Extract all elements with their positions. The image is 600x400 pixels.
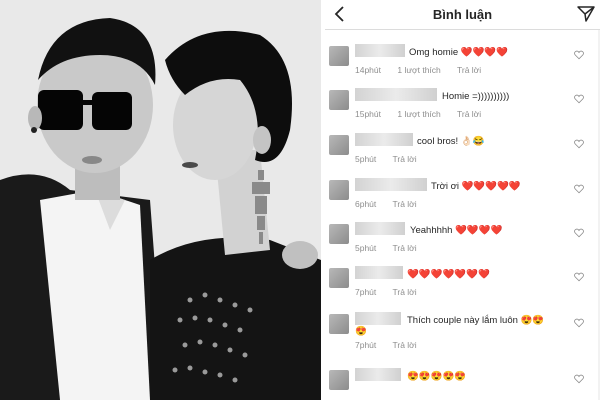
comment-item: ❤️❤️❤️❤️❤️❤️❤️ 7phút Trả lời xyxy=(325,266,600,312)
comment-text-continued: 😍 xyxy=(355,326,367,337)
reply-button[interactable]: Trả lời xyxy=(393,199,417,209)
comment-text: cool bros! 👌🏻😂 xyxy=(417,136,485,147)
comment-text: 😍😍😍😍😍 xyxy=(407,371,467,382)
comment-time: 14phút xyxy=(355,65,381,75)
back-arrow-icon[interactable] xyxy=(331,5,349,23)
comment-text: Trời ơi ❤️❤️❤️❤️❤️ xyxy=(431,181,521,192)
reply-button[interactable]: Trả lời xyxy=(457,109,481,119)
blurred-username[interactable] xyxy=(355,178,427,191)
comment-meta: 5phút Trả lời xyxy=(355,154,431,164)
comment-item: Homie =)))))))))) 15phút 1 lượt thích Tr… xyxy=(325,88,600,134)
comment-text: ❤️❤️❤️❤️❤️❤️❤️ xyxy=(407,269,490,280)
comment-meta: 7phút Trả lời xyxy=(355,340,431,350)
comments-header: Bình luận xyxy=(325,0,600,30)
reply-button[interactable]: Trả lời xyxy=(393,287,417,297)
blurred-username[interactable] xyxy=(355,312,401,325)
blurred-username[interactable] xyxy=(355,222,405,235)
couple-photo xyxy=(0,0,321,400)
blurred-username[interactable] xyxy=(355,88,437,101)
comment-time: 7phút xyxy=(355,340,377,350)
comment-item: Trời ơi ❤️❤️❤️❤️❤️ 6phút Trả lời xyxy=(325,178,600,224)
comment-likes[interactable]: 1 lượt thích xyxy=(397,109,440,119)
blurred-username[interactable] xyxy=(355,44,405,57)
avatar[interactable] xyxy=(329,314,349,334)
like-heart-icon[interactable] xyxy=(574,50,584,60)
comment-time: 6phút xyxy=(355,199,377,209)
comment-time: 7phút xyxy=(355,287,377,297)
comment-text: Yeahhhhh ❤️❤️❤️❤️ xyxy=(410,225,503,236)
avatar[interactable] xyxy=(329,90,349,110)
blurred-username[interactable] xyxy=(355,133,413,146)
comment-item: Yeahhhhh ❤️❤️❤️❤️ 5phút Trả lời xyxy=(325,222,600,268)
reply-button[interactable]: Trả lời xyxy=(457,65,481,75)
comment-likes[interactable]: 1 lượt thích xyxy=(397,65,440,75)
comment-item: cool bros! 👌🏻😂 5phút Trả lời xyxy=(325,133,600,179)
page-title: Bình luận xyxy=(432,7,493,22)
comment-text: Thích couple này lắm luôn 😍😍 xyxy=(407,315,545,326)
blurred-username[interactable] xyxy=(355,368,401,381)
comment-item: Omg homie ❤️❤️❤️❤️ 14phút 1 lượt thích T… xyxy=(325,44,600,90)
comment-meta: 15phút 1 lượt thích Trả lời xyxy=(355,109,495,119)
avatar[interactable] xyxy=(329,135,349,155)
like-heart-icon[interactable] xyxy=(574,139,584,149)
blurred-username[interactable] xyxy=(355,266,403,279)
comments-panel: Bình luận Omg homie ❤️❤️❤️❤️ 14phút 1 lư… xyxy=(325,0,600,400)
avatar[interactable] xyxy=(329,268,349,288)
like-heart-icon[interactable] xyxy=(574,318,584,328)
avatar[interactable] xyxy=(329,46,349,66)
comment-text: Homie =)))))))))) xyxy=(442,91,510,102)
comment-text: Omg homie ❤️❤️❤️❤️ xyxy=(409,47,509,58)
comment-item: Thích couple này lắm luôn 😍😍 😍 7phút Trả… xyxy=(325,312,600,358)
reply-button[interactable]: Trả lời xyxy=(393,243,417,253)
like-heart-icon[interactable] xyxy=(574,272,584,282)
like-heart-icon[interactable] xyxy=(574,184,584,194)
like-heart-icon[interactable] xyxy=(574,228,584,238)
like-heart-icon[interactable] xyxy=(574,374,584,384)
like-heart-icon[interactable] xyxy=(574,94,584,104)
comment-meta: 7phút Trả lời xyxy=(355,287,431,297)
avatar[interactable] xyxy=(329,370,349,390)
comment-time: 15phút xyxy=(355,109,381,119)
comment-time: 5phút xyxy=(355,243,377,253)
photo-illustration xyxy=(0,0,321,400)
reply-button[interactable]: Trả lời xyxy=(393,340,417,350)
comment-meta: 14phút 1 lượt thích Trả lời xyxy=(355,65,495,75)
avatar[interactable] xyxy=(329,180,349,200)
comment-time: 5phút xyxy=(355,154,377,164)
avatar[interactable] xyxy=(329,224,349,244)
send-direct-icon[interactable] xyxy=(576,4,596,24)
comment-item: 😍😍😍😍😍 xyxy=(325,368,600,400)
comment-meta: 6phút Trả lời xyxy=(355,199,431,209)
reply-button[interactable]: Trả lời xyxy=(393,154,417,164)
comment-meta: 5phút Trả lời xyxy=(355,243,431,253)
